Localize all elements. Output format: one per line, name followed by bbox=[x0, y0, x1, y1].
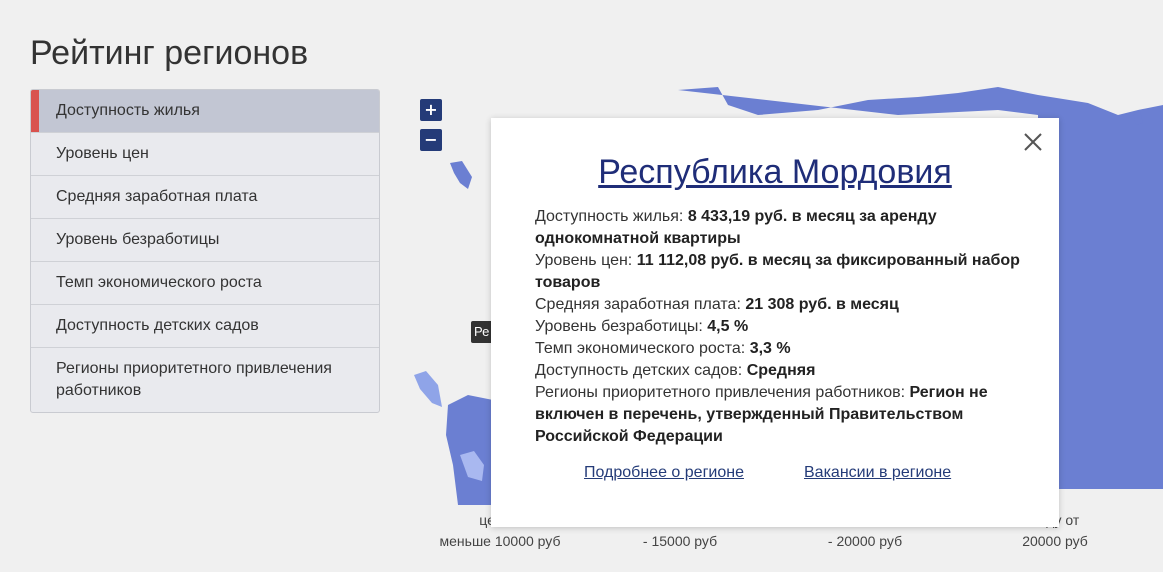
menu-item-housing[interactable]: Доступность жилья bbox=[31, 90, 379, 133]
menu-item-label: Регионы приоритетного привлечения работн… bbox=[56, 360, 332, 399]
menu-item-growth[interactable]: Темп экономического роста bbox=[31, 262, 379, 305]
menu-item-label: Средняя заработная плата bbox=[56, 188, 258, 205]
stat-row-housing: Доступность жилья: 8 433,19 руб. в месяц… bbox=[535, 206, 1035, 250]
stat-label: Уровень безработицы: bbox=[535, 318, 703, 335]
menu-item-label: Уровень цен bbox=[56, 145, 149, 162]
stat-value: 4,5 % bbox=[707, 318, 749, 335]
stat-row-unemployment: Уровень безработицы: 4,5 % bbox=[535, 316, 1035, 338]
region-vacancies-link[interactable]: Вакансии в регионе bbox=[804, 464, 951, 482]
region-popup: Республика Мордовия Доступность жилья: 8… bbox=[491, 118, 1059, 527]
stat-row-kindergartens: Доступность детских садов: Средняя bbox=[535, 360, 1035, 382]
menu-item-label: Уровень безработицы bbox=[56, 231, 220, 248]
close-icon[interactable] bbox=[1021, 130, 1045, 154]
menu-item-unemployment[interactable]: Уровень безработицы bbox=[31, 219, 379, 262]
page-title: Рейтинг регионов bbox=[30, 34, 309, 72]
menu-item-label: Темп экономического роста bbox=[56, 274, 262, 291]
map-region-southwest-light[interactable] bbox=[414, 371, 442, 407]
legend-line: меньше 10000 руб bbox=[439, 533, 561, 549]
zoom-out-button[interactable]: − bbox=[420, 129, 442, 151]
menu-item-prices[interactable]: Уровень цен bbox=[31, 133, 379, 176]
region-title-link[interactable]: Республика Мордовия bbox=[491, 153, 1059, 192]
region-details-link[interactable]: Подробнее о регионе bbox=[584, 464, 744, 482]
stat-label: Темп экономического роста: bbox=[535, 340, 746, 357]
stat-label: Доступность жилья: bbox=[535, 208, 684, 225]
menu-item-label: Доступность жилья bbox=[56, 102, 200, 119]
legend-line: - 15000 руб bbox=[642, 533, 718, 549]
zoom-in-button[interactable]: + bbox=[420, 99, 442, 121]
stat-label: Средняя заработная плата: bbox=[535, 296, 741, 313]
map-region-west[interactable] bbox=[446, 395, 493, 505]
stat-row-priority: Регионы приоритетного привлечения работн… bbox=[535, 382, 1035, 448]
stat-row-prices: Уровень цен: 11 112,08 руб. в месяц за ф… bbox=[535, 250, 1035, 294]
stat-value: Средняя bbox=[746, 362, 816, 379]
menu-item-priority-regions[interactable]: Регионы приоритетного привлечения работн… bbox=[31, 348, 379, 412]
stat-value: 21 308 руб. в месяц bbox=[745, 296, 899, 313]
legend-line: 20000 руб bbox=[1022, 533, 1088, 549]
legend-line: - 20000 руб bbox=[827, 533, 903, 549]
stat-label: Доступность детских садов: bbox=[535, 362, 743, 379]
region-stats: Доступность жилья: 8 433,19 руб. в месяц… bbox=[535, 206, 1035, 448]
stat-row-growth: Темп экономического роста: 3,3 % bbox=[535, 338, 1035, 360]
menu-item-salary[interactable]: Средняя заработная плата bbox=[31, 176, 379, 219]
menu-item-label: Доступность детских садов bbox=[56, 317, 259, 334]
map-region-island[interactable] bbox=[450, 161, 472, 189]
stat-label: Регионы приоритетного привлечения работн… bbox=[535, 384, 906, 401]
menu-item-kindergartens[interactable]: Доступность детских садов bbox=[31, 305, 379, 348]
stat-value: 3,3 % bbox=[749, 340, 791, 357]
rating-menu: Доступность жилья Уровень цен Средняя за… bbox=[30, 89, 380, 413]
stat-row-salary: Средняя заработная плата: 21 308 руб. в … bbox=[535, 294, 1035, 316]
stat-label: Уровень цен: bbox=[535, 252, 633, 269]
